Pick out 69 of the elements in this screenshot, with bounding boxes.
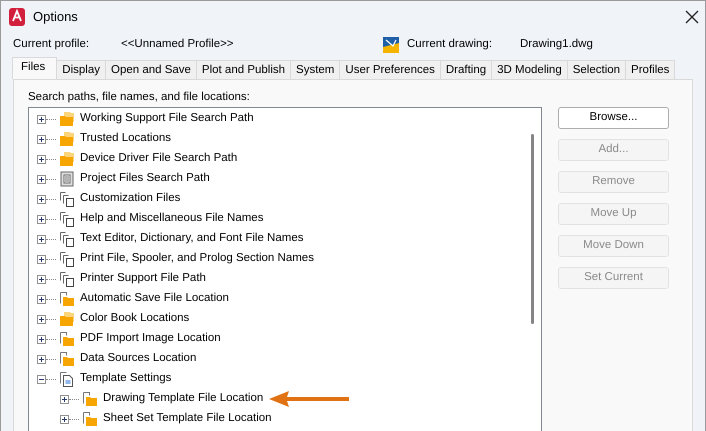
expand-icon[interactable]: [60, 394, 69, 404]
tab[interactable]: Profiles: [625, 60, 676, 79]
app-logo-icon: [9, 8, 25, 26]
tab[interactable]: User Preferences: [339, 60, 441, 79]
folders-icon: [59, 131, 75, 147]
location-icon: [82, 411, 98, 427]
tab[interactable]: System: [290, 60, 340, 79]
expand-icon[interactable]: [37, 174, 46, 184]
tab[interactable]: Plot and Publish: [196, 60, 292, 79]
window-title: Options: [33, 8, 78, 26]
expand-icon[interactable]: [37, 134, 46, 144]
tree-item[interactable]: Automatic Save File Location: [75, 290, 229, 308]
tab[interactable]: Selection: [566, 60, 626, 79]
tree-item[interactable]: Text Editor, Dictionary, and Font File Names: [75, 230, 304, 248]
folders-icon: [59, 151, 75, 167]
location-icon: [59, 291, 75, 307]
current-profile-label: Current profile:: [13, 37, 90, 52]
files-icon: [59, 271, 75, 287]
expand-icon[interactable]: [37, 114, 46, 124]
expand-icon[interactable]: [37, 214, 46, 224]
section-label: Search paths, file names, and file locations:: [28, 90, 251, 105]
tree-item[interactable]: Template Settings: [75, 370, 172, 388]
files-icon: [59, 211, 75, 227]
tab[interactable]: Files: [12, 57, 58, 79]
expand-icon[interactable]: [37, 254, 46, 264]
tree-item[interactable]: Help and Miscellaneous File Names: [75, 210, 264, 228]
close-icon[interactable]: [685, 10, 699, 24]
tree-item[interactable]: Drawing Template File Location: [98, 390, 264, 408]
folders-icon: [59, 111, 75, 127]
drawing-icon: [383, 37, 399, 53]
tab[interactable]: Drafting: [440, 60, 492, 79]
tab[interactable]: Open and Save: [105, 60, 197, 79]
expand-icon[interactable]: [60, 414, 69, 424]
expand-icon[interactable]: [37, 154, 46, 164]
folders-icon: [59, 311, 75, 327]
project-icon: [59, 171, 75, 187]
tree-item[interactable]: Device Driver File Search Path: [75, 150, 238, 168]
current-drawing-value: Drawing1.dwg: [520, 37, 593, 52]
location-icon: [82, 391, 98, 407]
scrollbar-thumb[interactable]: [531, 134, 534, 324]
files-icon: [59, 251, 75, 267]
expand-icon[interactable]: [37, 334, 46, 344]
tree-item[interactable]: Customization Files: [75, 190, 180, 208]
tree-item[interactable]: Sheet Set Template File Location: [98, 410, 272, 428]
dialog-button[interactable]: Browse...: [558, 107, 669, 129]
expand-icon[interactable]: [37, 354, 46, 364]
files-icon: [59, 191, 75, 207]
tree-item[interactable]: Project Files Search Path: [75, 170, 210, 188]
tab[interactable]: Display: [56, 60, 106, 79]
expand-icon[interactable]: [37, 294, 46, 304]
tree-item[interactable]: Print File, Spooler, and Prolog Section Names: [75, 250, 314, 268]
tree-item[interactable]: Color Book Locations: [75, 310, 190, 328]
expand-icon[interactable]: [37, 234, 46, 244]
expand-icon[interactable]: [37, 314, 46, 324]
files-icon: [59, 231, 75, 247]
location-icon: [59, 351, 75, 367]
tree-item[interactable]: Data Sources Location: [75, 350, 196, 368]
current-profile-value: <<Unnamed Profile>>: [121, 37, 235, 52]
collapse-icon[interactable]: [37, 374, 46, 384]
current-drawing-label: Current drawing:: [407, 37, 494, 52]
tab[interactable]: 3D Modeling: [491, 60, 568, 79]
tree-item[interactable]: Printer Support File Path: [75, 270, 206, 288]
tree-item[interactable]: PDF Import Image Location: [75, 330, 221, 348]
tree-item[interactable]: Trusted Locations: [75, 130, 171, 148]
location-icon: [59, 331, 75, 347]
expand-icon[interactable]: [37, 274, 46, 284]
tree-item[interactable]: Working Support File Search Path: [75, 110, 254, 128]
template-icon: [59, 371, 75, 387]
expand-icon[interactable]: [37, 194, 46, 204]
